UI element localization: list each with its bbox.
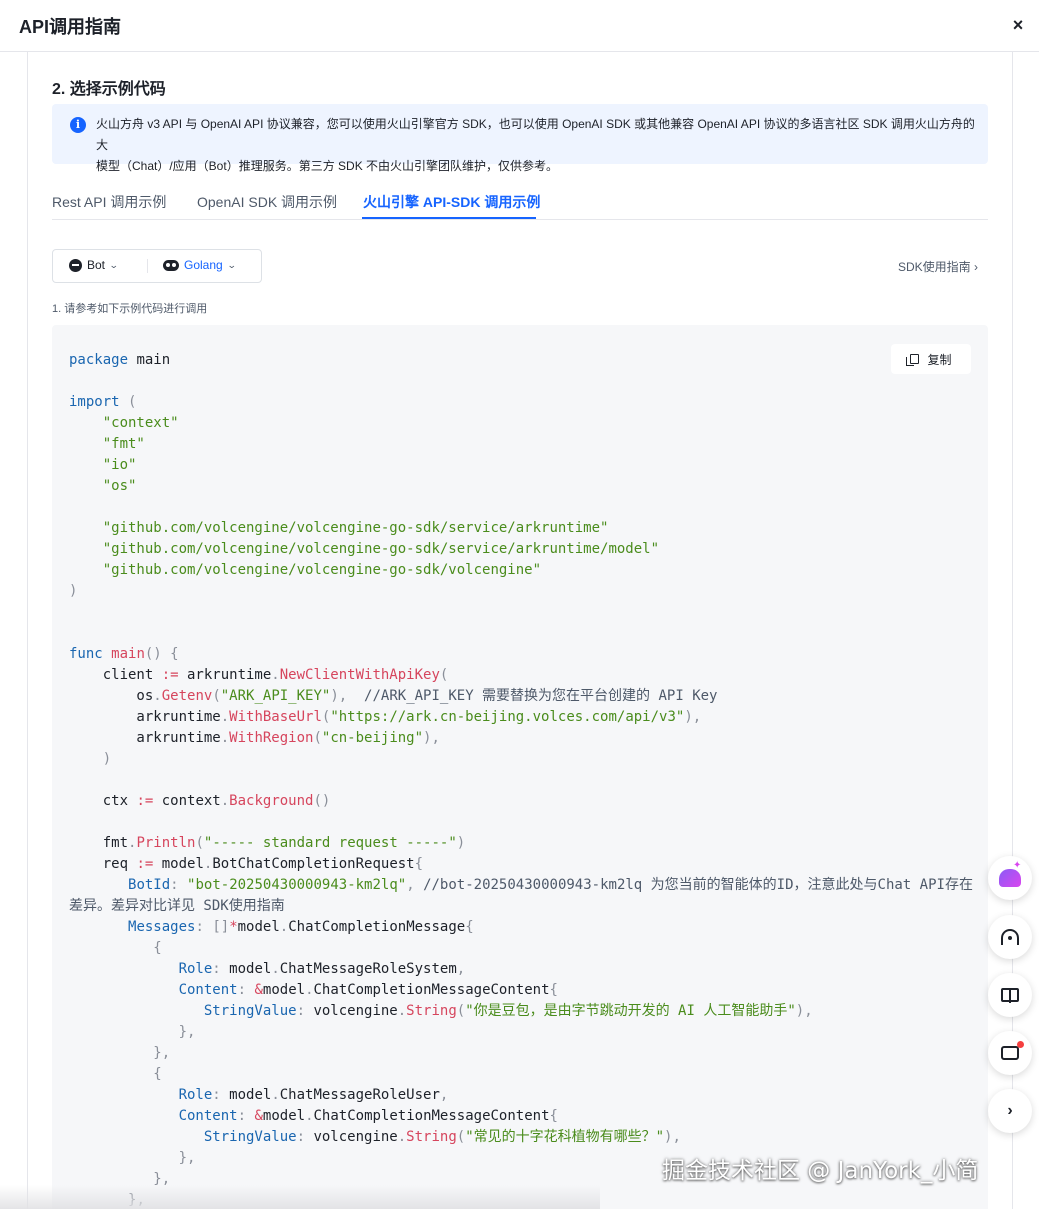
- section-title: 2. 选择示例代码: [52, 81, 166, 98]
- info-text-line-1: 火山方舟 v3 API 与 OpenAI API 协议兼容，您可以使用火山引擎官…: [96, 117, 975, 152]
- support-button[interactable]: [988, 915, 1032, 959]
- bot-icon: [69, 258, 82, 272]
- copy-icon: [906, 354, 920, 366]
- docs-button[interactable]: [988, 973, 1032, 1017]
- dialog-title: API调用指南: [19, 17, 122, 37]
- tab-rest-api[interactable]: Rest API 调用示例: [52, 192, 166, 212]
- close-icon[interactable]: ×: [1008, 14, 1028, 36]
- chevron-down-icon: ⌄: [108, 259, 119, 270]
- bottom-shade: [0, 1185, 600, 1209]
- tab-volcengine-sdk[interactable]: 火山引擎 API-SDK 调用示例: [363, 192, 540, 212]
- example-selector: Bot ⌄ Golang ⌄: [52, 249, 262, 283]
- mode-dropdown[interactable]: Bot ⌄: [69, 258, 119, 272]
- book-icon: [1001, 988, 1019, 1003]
- feedback-button[interactable]: [988, 1031, 1032, 1075]
- chevron-right-icon: ›: [1007, 1102, 1013, 1119]
- language-dropdown[interactable]: Golang ⌄: [163, 258, 237, 272]
- tab-openai-sdk[interactable]: OpenAI SDK 调用示例: [197, 192, 337, 212]
- copy-button-label: 复制: [927, 352, 952, 367]
- code-content: package main import ( "context" "fmt" "i…: [69, 352, 973, 1208]
- selector-divider: [147, 259, 148, 273]
- copy-button[interactable]: 复制: [891, 344, 971, 374]
- chevron-down-icon: ⌄: [226, 259, 237, 270]
- sdk-guide-link[interactable]: SDK使用指南 ›: [898, 258, 978, 275]
- dialog-header: API调用指南 ×: [0, 0, 1039, 52]
- example-tabs: Rest API 调用示例 OpenAI SDK 调用示例 火山引擎 API-S…: [52, 186, 988, 220]
- language-dropdown-label: Golang: [184, 258, 223, 272]
- ai-assistant-icon: [999, 860, 1021, 887]
- mode-dropdown-label: Bot: [87, 258, 106, 272]
- expand-button[interactable]: ›: [988, 1089, 1032, 1133]
- code-hint: 1. 请参考如下示例代码进行调用: [52, 303, 208, 315]
- info-text-line-2: 模型（Chat）/应用（Bot）推理服务。第三方 SDK 不由火山引擎团队维护，…: [96, 159, 559, 173]
- headset-icon: [1001, 929, 1019, 945]
- active-tab-indicator: [362, 217, 536, 219]
- golang-icon: [163, 259, 179, 271]
- message-icon: [1001, 1041, 1024, 1060]
- ai-assistant-button[interactable]: [988, 856, 1032, 900]
- info-text: 火山方舟 v3 API 与 OpenAI API 协议兼容，您可以使用火山引擎官…: [96, 114, 976, 177]
- watermark: 掘金技术社区 @ JanYork_小简: [662, 1158, 979, 1184]
- code-block: package main import ( "context" "fmt" "i…: [52, 325, 988, 1209]
- info-alert: i 火山方舟 v3 API 与 OpenAI API 协议兼容，您可以使用火山引…: [52, 104, 988, 173]
- info-icon: i: [70, 117, 86, 133]
